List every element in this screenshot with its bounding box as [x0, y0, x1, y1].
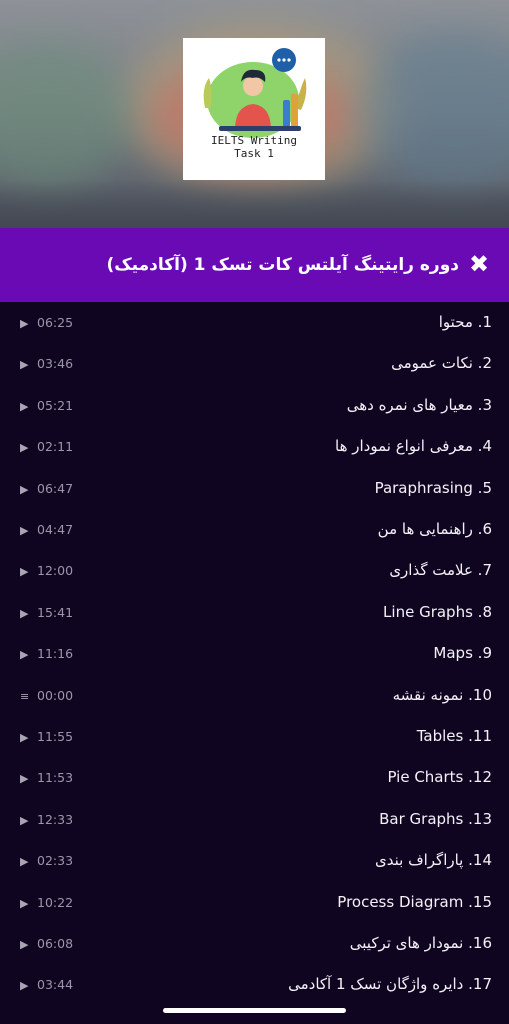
thumbnail-caption-line1: IELTS Writing	[210, 134, 298, 147]
playlist-item[interactable]: 10. نمونه نقشه ≡ 00:00	[0, 675, 509, 716]
playlist-item[interactable]: 12. Pie Charts ▶ 11:53	[0, 757, 509, 798]
play-icon: ▶	[20, 896, 29, 910]
playlist-item[interactable]: 15. Process Diagram ▶ 10:22	[0, 882, 509, 923]
play-icon: ▶	[20, 772, 29, 786]
duration-text: 06:47	[37, 480, 74, 496]
duration-text: 12:33	[37, 811, 74, 827]
playlist-item[interactable]: 13. Bar Graphs ▶ 12:33	[0, 799, 509, 840]
course-title: دوره رایتینگ آیلتس کات تسک 1 (آکادمیک)	[106, 255, 460, 275]
duration-text: 11:53	[37, 770, 74, 786]
playlist-item[interactable]: 9. Maps ▶ 11:16	[0, 633, 509, 674]
duration-text: 11:55	[37, 729, 74, 744]
playlist-item-label: 4. معرفی انواع نمودار ها	[335, 437, 492, 456]
playlist-item-duration: ≡ 00:00	[20, 675, 73, 716]
playlist-item[interactable]: 5. Paraphrasing ▶ 06:47	[0, 468, 509, 509]
playlist-item-duration: ▶ 06:25	[20, 302, 73, 343]
playlist-item-label: 1. محتوا	[438, 313, 492, 331]
playlist-item-duration: ▶ 04:47	[20, 509, 73, 550]
blur-shape	[360, 30, 509, 190]
playlist-item[interactable]: 3. معیار های نمره دهی ▶ 05:21	[0, 385, 509, 426]
playlist-item-label: 11. Tables	[416, 727, 492, 745]
playlist-item-duration: ▶ 12:00	[20, 550, 73, 591]
duration-text: 05:21	[37, 397, 74, 413]
play-icon: ▶	[20, 938, 29, 951]
thumbnail-caption: IELTS Writing Task 1	[183, 134, 325, 160]
playlist-item-label: 5. Paraphrasing	[374, 478, 492, 497]
playlist-item-label: 8. Line Graphs	[383, 602, 492, 621]
home-indicator	[163, 1008, 346, 1013]
play-icon: ▶	[20, 358, 29, 372]
playlist-item-label: 13. Bar Graphs	[379, 809, 492, 828]
playlist-item[interactable]: 8. Line Graphs ▶ 15:41	[0, 592, 509, 633]
playlist-item[interactable]: 16. نمودار های ترکیبی ▶ 06:08	[0, 923, 509, 964]
play-icon: ▶	[20, 317, 29, 330]
playlist-item-duration: ▶ 06:47	[20, 468, 73, 509]
playlist-item-label: 12. Pie Charts	[387, 768, 492, 787]
playlist-item-label: 3. معیار های نمره دهی	[346, 395, 492, 414]
play-icon: ▶	[20, 813, 29, 827]
play-icon: ▶	[20, 979, 29, 993]
blur-band	[0, 180, 509, 228]
playlist-item-duration: ▶ 03:46	[20, 343, 73, 384]
playlist-header: ✖ دوره رایتینگ آیلتس کات تسک 1 (آکادمیک)	[0, 228, 509, 302]
playlist-item-duration: ▶ 11:55	[20, 716, 73, 757]
playlist-item[interactable]: 4. معرفی انواع نمودار ها ▶ 02:11	[0, 426, 509, 467]
duration-text: 06:08	[37, 936, 74, 951]
playlist-item-duration: ▶ 02:11	[20, 426, 73, 467]
playlist-item-label: 6. راهنمایی ها من	[377, 520, 492, 538]
duration-text: 10:22	[37, 894, 74, 910]
blur-shape	[0, 40, 130, 190]
playlist-item-duration: ▶ 15:41	[20, 592, 73, 633]
playlist-item-duration: ▶ 03:44	[20, 964, 73, 1005]
play-icon: ▶	[20, 855, 29, 869]
duration-text: 11:16	[37, 646, 74, 662]
playlist-item-label: 16. نمودار های ترکیبی	[349, 934, 492, 952]
close-icon[interactable]: ✖	[467, 252, 491, 276]
playlist-item[interactable]: 2. نکات عمومی ▶ 03:46	[0, 343, 509, 384]
play-icon: ▶	[20, 482, 29, 496]
playlist-item-label: 10. نمونه نقشه	[392, 685, 492, 704]
playlist-item-label: 2. نکات عمومی	[391, 354, 492, 373]
playlist-item-label: 17. دایره واژگان تسک 1 آکادمی	[288, 975, 492, 994]
thumbnail-caption-line2: Task 1	[234, 147, 274, 160]
duration-text: 06:25	[37, 315, 74, 330]
play-icon: ▶	[20, 606, 29, 620]
playlist-item-label: 9. Maps	[433, 644, 492, 663]
playlist-item-duration: ▶ 12:33	[20, 799, 73, 840]
play-icon: ▶	[20, 648, 29, 662]
play-icon: ▶	[20, 441, 29, 455]
duration-text: 15:41	[37, 604, 74, 620]
play-icon: ▶	[20, 731, 29, 744]
playlist-item[interactable]: 17. دایره واژگان تسک 1 آکادمی ▶ 03:44	[0, 964, 509, 1005]
duration-text: 12:00	[37, 563, 74, 579]
playlist-item-label: 14. پاراگراف بندی	[374, 851, 492, 870]
video-background: IELTS Writing Task 1	[0, 0, 509, 228]
play-icon: ▶	[20, 565, 29, 579]
playlist-item-label: 15. Process Diagram	[337, 892, 492, 911]
duration-text: 04:47	[37, 522, 74, 537]
playlist-item[interactable]: 14. پاراگراف بندی ▶ 02:33	[0, 840, 509, 881]
list-icon: ≡	[20, 689, 30, 703]
play-icon: ▶	[20, 399, 29, 413]
play-icon: ▶	[20, 524, 29, 537]
playlist-item-label: 7. علامت گذاری	[389, 561, 492, 580]
duration-text: 02:11	[37, 439, 74, 455]
playlist-item[interactable]: 1. محتوا ▶ 06:25	[0, 302, 509, 343]
duration-text: 03:44	[37, 977, 74, 993]
playlist-item-duration: ▶ 02:33	[20, 840, 73, 881]
duration-text: 03:46	[37, 356, 74, 372]
playlist-item-duration: ▶ 10:22	[20, 882, 73, 923]
playlist-item[interactable]: 7. علامت گذاری ▶ 12:00	[0, 550, 509, 591]
duration-text: 02:33	[37, 853, 74, 869]
playlist-item-duration: ▶ 11:53	[20, 757, 73, 798]
playlist-item[interactable]: 6. راهنمایی ها من ▶ 04:47	[0, 509, 509, 550]
playlist-item-duration: ▶ 11:16	[20, 633, 73, 674]
playlist: 1. محتوا ▶ 06:25 2. نکات عمومی ▶ 03:46 3. معیا…	[0, 302, 509, 1024]
playlist-item-duration: ▶ 06:08	[20, 923, 73, 964]
course-thumbnail[interactable]: IELTS Writing Task 1	[183, 38, 325, 180]
duration-text: 00:00	[37, 687, 74, 703]
playlist-item-duration: ▶ 05:21	[20, 385, 73, 426]
playlist-item[interactable]: 11. Tables ▶ 11:55	[0, 716, 509, 757]
